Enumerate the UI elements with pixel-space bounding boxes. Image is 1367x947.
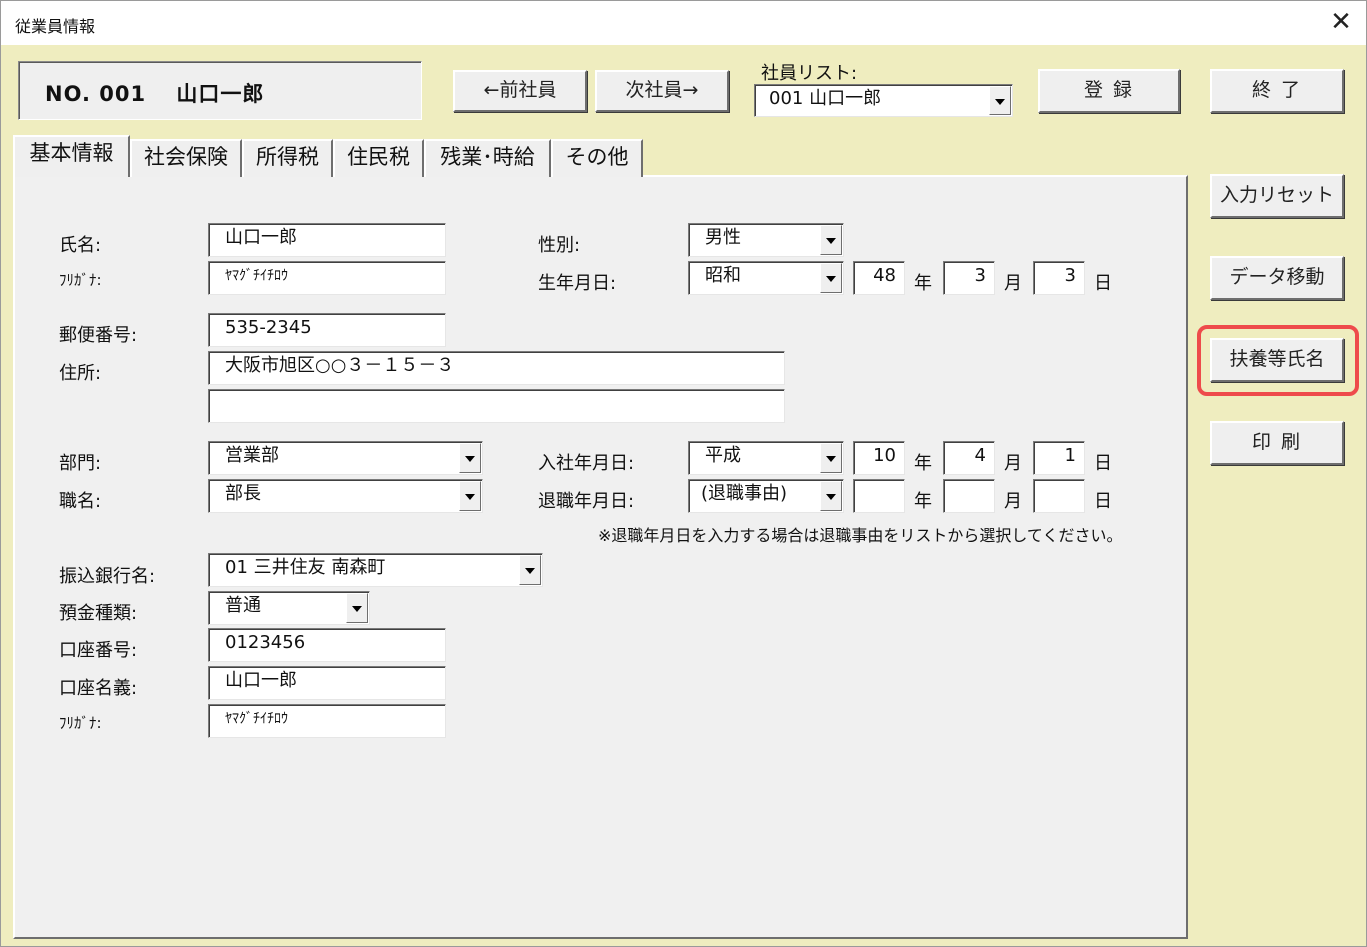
birth-era-select[interactable]: 昭和 — [688, 261, 844, 295]
zip-label: 郵便番号: — [59, 325, 138, 346]
chevron-down-icon[interactable] — [459, 443, 481, 473]
tab-social-insurance[interactable]: 社会保険 — [130, 139, 242, 177]
retire-year-field[interactable] — [853, 479, 905, 513]
input-reset-label: 入力リセット — [1219, 184, 1334, 206]
register-label: 登 録 — [1083, 79, 1135, 101]
data-move-button[interactable]: データ移動 — [1210, 256, 1344, 300]
address-line1-field[interactable]: 大阪市旭区○○３－１５－３ — [208, 351, 785, 385]
next-employee-label: 次社員→ — [625, 79, 699, 101]
join-year-field[interactable]: 10 — [853, 441, 905, 475]
retire-reason-value: (退職事由) — [701, 483, 788, 504]
account-no-label: 口座番号: — [59, 640, 138, 661]
data-move-label: データ移動 — [1229, 266, 1325, 288]
deposit-label: 預金種類: — [59, 603, 138, 624]
retire-note: ※退職年月日を入力する場合は退職事由をリストから選択してください。 — [598, 526, 1123, 545]
account-name-label: 口座名義: — [59, 678, 138, 699]
zip-field[interactable]: 535-2345 — [208, 313, 446, 347]
chevron-down-icon[interactable] — [820, 263, 842, 293]
prev-employee-button[interactable]: ←前社員 — [453, 70, 587, 112]
birth-day-field[interactable]: 3 — [1033, 261, 1085, 295]
chevron-down-icon[interactable] — [459, 481, 481, 511]
birth-day-unit: 日 — [1094, 273, 1112, 294]
bank-value: 01 三井住友 南森町 — [225, 557, 386, 578]
position-select[interactable]: 部長 — [208, 479, 483, 513]
chevron-down-icon[interactable] — [519, 555, 541, 585]
retire-label: 退職年月日: — [538, 491, 635, 512]
input-reset-button[interactable]: 入力リセット — [1210, 174, 1344, 218]
prev-employee-label: ←前社員 — [483, 79, 557, 101]
print-label: 印 刷 — [1251, 431, 1303, 453]
position-value: 部長 — [225, 483, 261, 504]
dept-value: 営業部 — [225, 445, 279, 466]
gender-value: 男性 — [705, 227, 741, 248]
exit-label: 終 了 — [1251, 79, 1303, 101]
account-kana-field[interactable]: ﾔﾏｸﾞﾁｲﾁﾛｳ — [208, 704, 446, 738]
bank-label: 振込銀行名: — [59, 566, 156, 587]
account-kana-label: ﾌﾘｶﾞﾅ: — [59, 714, 102, 732]
join-month-unit: 月 — [1004, 453, 1022, 474]
gender-select[interactable]: 男性 — [688, 223, 844, 257]
employee-list-select[interactable]: 001 山口一郎 — [754, 84, 1013, 117]
chevron-down-icon[interactable] — [820, 225, 842, 255]
next-employee-button[interactable]: 次社員→ — [595, 70, 729, 112]
tab-resident-tax[interactable]: 住民税 — [333, 139, 424, 177]
retire-month-field[interactable] — [943, 479, 995, 513]
birth-month-field[interactable]: 3 — [943, 261, 995, 295]
retire-month-unit: 月 — [1004, 491, 1022, 512]
account-no-field[interactable]: 0123456 — [208, 628, 446, 662]
join-year-unit: 年 — [914, 453, 932, 474]
retire-day-unit: 日 — [1094, 491, 1112, 512]
employee-list-value: 001 山口一郎 — [769, 88, 882, 109]
print-button[interactable]: 印 刷 — [1210, 421, 1344, 465]
chevron-down-icon[interactable] — [820, 443, 842, 473]
window-title: 従業員情報 — [15, 17, 96, 36]
kana-field[interactable]: ﾔﾏｸﾞﾁｲﾁﾛｳ — [208, 261, 446, 295]
kana-label: ﾌﾘｶﾞﾅ: — [59, 271, 102, 289]
deposit-select[interactable]: 普通 — [208, 591, 370, 625]
birth-label: 生年月日: — [538, 273, 617, 294]
register-button[interactable]: 登 録 — [1038, 69, 1180, 113]
bank-select[interactable]: 01 三井住友 南森町 — [208, 553, 543, 587]
dependents-highlight — [1197, 325, 1359, 396]
deposit-value: 普通 — [225, 595, 261, 616]
birth-year-field[interactable]: 48 — [853, 261, 905, 295]
position-label: 職名: — [59, 491, 102, 512]
name-label: 氏名: — [59, 235, 102, 256]
address-line2-field[interactable] — [208, 389, 785, 423]
dept-select[interactable]: 営業部 — [208, 441, 483, 475]
chevron-down-icon[interactable] — [989, 86, 1011, 115]
title-bar: 従業員情報 ✕ — [1, 1, 1366, 45]
birth-era-value: 昭和 — [705, 265, 741, 286]
retire-day-field[interactable] — [1033, 479, 1085, 513]
birth-month-unit: 月 — [1004, 273, 1022, 294]
employee-info-window: 従業員情報 ✕ NO. 001 山口一郎 ←前社員 次社員→ 社員リスト: 00… — [0, 0, 1367, 947]
birth-year-unit: 年 — [914, 273, 932, 294]
name-field[interactable]: 山口一郎 — [208, 223, 446, 257]
join-label: 入社年月日: — [538, 453, 635, 474]
dept-label: 部門: — [59, 453, 102, 474]
join-day-field[interactable]: 1 — [1033, 441, 1085, 475]
tab-income-tax[interactable]: 所得税 — [242, 139, 333, 177]
tab-basic-info[interactable]: 基本情報 — [13, 135, 130, 177]
retire-reason-select[interactable]: (退職事由) — [688, 479, 844, 513]
tab-other[interactable]: その他 — [551, 139, 643, 177]
retire-year-unit: 年 — [914, 491, 932, 512]
employee-header-text: NO. 001 山口一郎 — [45, 82, 265, 106]
employee-list-label: 社員リスト: — [761, 63, 858, 84]
gender-label: 性別: — [538, 235, 581, 256]
address-label: 住所: — [59, 363, 102, 384]
chevron-down-icon[interactable] — [346, 593, 368, 623]
close-icon[interactable]: ✕ — [1324, 7, 1358, 39]
join-month-field[interactable]: 4 — [943, 441, 995, 475]
join-day-unit: 日 — [1094, 453, 1112, 474]
employee-header-box: NO. 001 山口一郎 — [18, 61, 422, 120]
join-era-value: 平成 — [705, 445, 741, 466]
exit-button[interactable]: 終 了 — [1210, 69, 1344, 113]
tab-overtime[interactable]: 残業･時給 — [424, 139, 551, 177]
chevron-down-icon[interactable] — [820, 481, 842, 511]
account-name-field[interactable]: 山口一郎 — [208, 666, 446, 700]
join-era-select[interactable]: 平成 — [688, 441, 844, 475]
